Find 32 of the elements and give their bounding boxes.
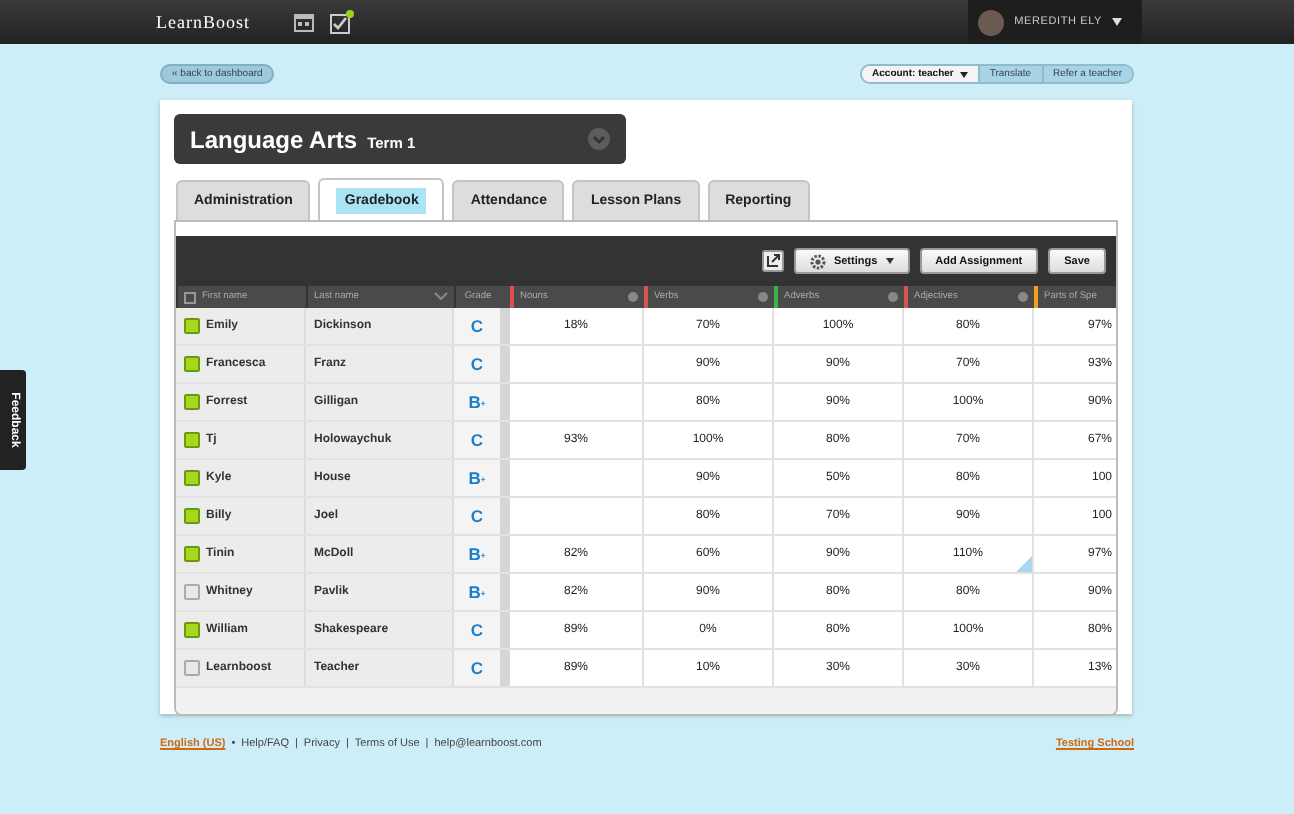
- row-checkbox[interactable]: [184, 394, 200, 410]
- info-icon: [888, 292, 898, 302]
- row-checkbox[interactable]: [184, 470, 200, 486]
- checkbox-icon[interactable]: [184, 291, 196, 303]
- row-checkbox[interactable]: [184, 508, 200, 524]
- score-cell[interactable]: [510, 498, 644, 534]
- calendar-icon[interactable]: [294, 12, 314, 32]
- caret-icon[interactable]: [1112, 18, 1122, 26]
- user-avatar: [978, 9, 1005, 35]
- course-title: Language Arts: [190, 125, 358, 153]
- score-cell[interactable]: [510, 384, 644, 420]
- caret-icon: [959, 71, 968, 77]
- info-icon: [628, 292, 638, 302]
- info-icon: [1018, 292, 1028, 302]
- row-checkbox[interactable]: [184, 356, 200, 372]
- row-checkbox[interactable]: [184, 660, 200, 676]
- row-checkbox[interactable]: [184, 584, 200, 600]
- score-cell[interactable]: [510, 460, 644, 496]
- caret-icon: [885, 258, 894, 264]
- row-checkbox[interactable]: [184, 622, 200, 638]
- info-icon: [758, 292, 768, 302]
- chevron-icon: [434, 292, 448, 302]
- dropdown-chevron-icon[interactable]: [588, 128, 610, 150]
- export-icon[interactable]: [761, 250, 784, 272]
- cell-corner-marker-icon: [1016, 556, 1032, 572]
- row-checkbox[interactable]: [184, 318, 200, 334]
- app-logo[interactable]: LearnBoost: [156, 12, 250, 32]
- checklist-icon[interactable]: [330, 10, 354, 34]
- score-cell[interactable]: [510, 346, 644, 382]
- row-checkbox[interactable]: [184, 546, 200, 562]
- row-checkbox[interactable]: [184, 432, 200, 448]
- gear-icon: [809, 253, 826, 269]
